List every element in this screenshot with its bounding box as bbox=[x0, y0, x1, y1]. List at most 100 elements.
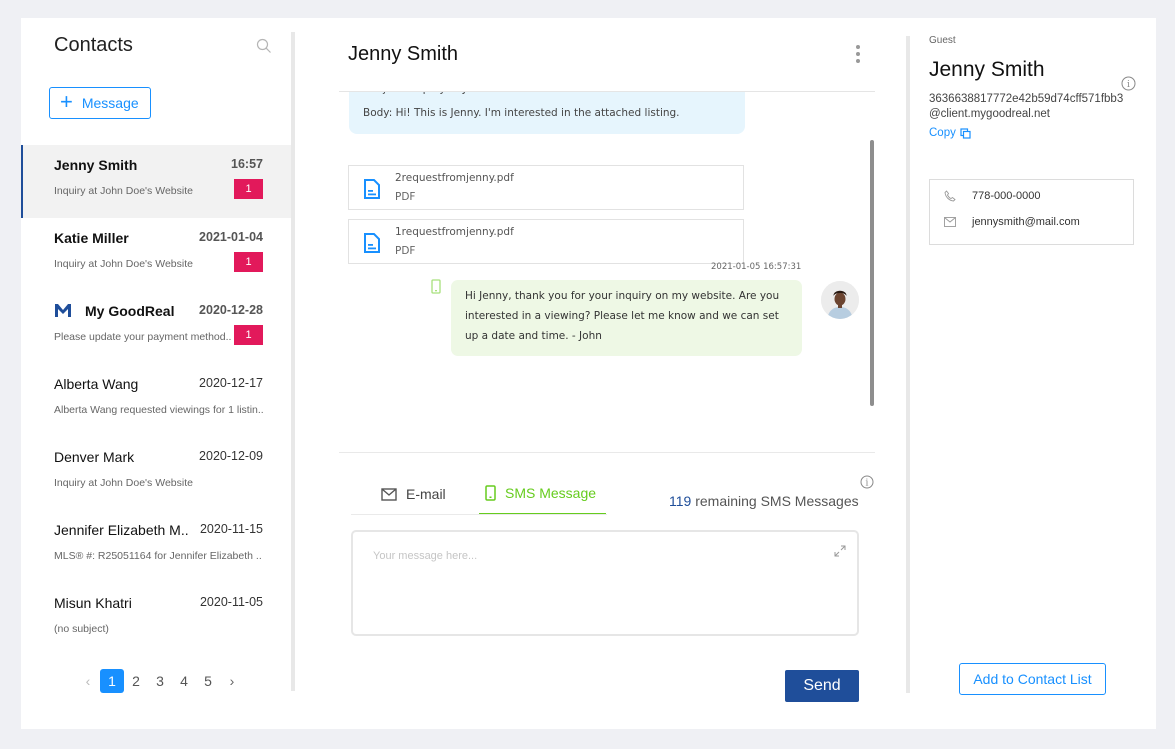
guest-details: Guest Jenny Smith i 3636638817772e42b59d… bbox=[929, 18, 1156, 729]
contact-date: 16:57 bbox=[231, 157, 263, 171]
contact-item-my-goodreal[interactable]: My GoodReal 2020-12-28 Please update you… bbox=[21, 291, 291, 364]
contact-item-misun-khatri[interactable]: Misun Khatri 2020-11-05 (no subject) bbox=[21, 583, 291, 656]
email-row: jennysmith@mail.com bbox=[944, 216, 1080, 228]
contact-subject: Inquiry at John Doe's Website bbox=[54, 185, 193, 197]
conversation-panel: Jenny Smith Subject: Inquiry at John Doe… bbox=[339, 18, 875, 729]
goodreal-logo-icon bbox=[55, 304, 71, 317]
file-icon bbox=[364, 179, 380, 199]
contact-name: Misun Khatri bbox=[54, 595, 132, 611]
contact-date: 2021-01-04 bbox=[199, 230, 263, 244]
message-compose bbox=[351, 530, 859, 636]
send-button[interactable]: Send bbox=[785, 670, 859, 702]
contact-item-denver-mark[interactable]: Denver Mark 2020-12-09 Inquiry at John D… bbox=[21, 437, 291, 510]
attachment-item[interactable]: 2requestfromjenny.pdf PDF bbox=[348, 165, 744, 210]
guest-label: Guest bbox=[929, 35, 956, 46]
page-3[interactable]: 3 bbox=[148, 669, 172, 693]
sidebar-divider bbox=[291, 32, 295, 691]
contacts-title: Contacts bbox=[54, 34, 133, 56]
unread-badge: 1 bbox=[234, 325, 263, 345]
search-icon[interactable] bbox=[256, 38, 272, 54]
tabs-underline bbox=[351, 514, 607, 515]
contact-date: 2020-11-05 bbox=[199, 595, 263, 609]
attachment-name: 1requestfromjenny.pdf bbox=[395, 226, 514, 238]
new-message-label: Message bbox=[81, 95, 139, 111]
page-5[interactable]: 5 bbox=[196, 669, 220, 693]
remaining-sms: 119 remaining SMS Messages bbox=[669, 493, 859, 509]
contact-subject: (no subject) bbox=[54, 623, 109, 635]
add-to-contact-list-button[interactable]: Add to Contact List bbox=[959, 663, 1106, 695]
tab-email[interactable]: E-mail bbox=[381, 473, 446, 515]
attachment-name: 2requestfromjenny.pdf bbox=[395, 172, 514, 184]
thread-divider bbox=[339, 452, 875, 453]
details-divider bbox=[906, 36, 910, 693]
contact-subject: Please update your payment method.. bbox=[54, 331, 232, 343]
contact-name: Katie Miller bbox=[54, 230, 129, 246]
guest-name: Jenny Smith bbox=[929, 58, 1045, 81]
contact-item-jenny-smith[interactable]: Jenny Smith 16:57 Inquiry at John Doe's … bbox=[21, 145, 291, 218]
next-page-icon[interactable]: › bbox=[220, 669, 244, 693]
contact-item-jennifer-elizabeth[interactable]: Jennifer Elizabeth M.. 2020-11-15 MLS® #… bbox=[21, 510, 291, 583]
contact-date: 2020-12-09 bbox=[199, 449, 263, 463]
phone-row: 778-000-0000 bbox=[944, 190, 1041, 202]
phone-icon bbox=[944, 190, 956, 202]
contact-date: 2020-12-28 bbox=[199, 303, 263, 317]
attachment-type: PDF bbox=[395, 191, 416, 203]
pagination: ‹ 1 2 3 4 5 › bbox=[76, 669, 244, 693]
page-1[interactable]: 1 bbox=[100, 669, 124, 693]
contact-subject: Inquiry at John Doe's Website bbox=[54, 477, 193, 489]
contact-item-katie-miller[interactable]: Katie Miller 2021-01-04 Inquiry at John … bbox=[21, 218, 291, 291]
copy-icon bbox=[960, 127, 971, 139]
tab-email-label: E-mail bbox=[406, 486, 446, 502]
contacts-sidebar: Contacts + Message Jenny Smith 16:57 Inq… bbox=[21, 18, 291, 729]
tab-sms-label: SMS Message bbox=[505, 485, 597, 501]
contact-name: Jennifer Elizabeth M.. bbox=[54, 522, 189, 538]
contact-name: Denver Mark bbox=[54, 449, 135, 465]
incoming-message: Subject: Inquiry at John Doe's Website B… bbox=[349, 92, 745, 134]
contact-subject: MLS® #: R25051164 for Jennifer Elizabeth… bbox=[54, 550, 262, 562]
incoming-body: Body: Hi! This is Jenny. I'm interested … bbox=[363, 107, 680, 119]
message-thread: Subject: Inquiry at John Doe's Website B… bbox=[339, 92, 875, 452]
conversation-title: Jenny Smith bbox=[348, 43, 459, 65]
page-4[interactable]: 4 bbox=[172, 669, 196, 693]
guest-id-email: 3636638817772e42b59d74cff571fbb3@client.… bbox=[929, 93, 1124, 120]
thread-scrollbar[interactable] bbox=[870, 140, 874, 406]
prev-page-icon[interactable]: ‹ bbox=[76, 669, 100, 693]
remaining-sms-label: remaining SMS Messages bbox=[691, 493, 859, 509]
attachment-item[interactable]: 1requestfromjenny.pdf PDF bbox=[348, 219, 744, 264]
contact-list: Jenny Smith 16:57 Inquiry at John Doe's … bbox=[21, 145, 291, 656]
contact-info-box: 778-000-0000 jennysmith@mail.com bbox=[929, 179, 1134, 245]
more-options-icon[interactable] bbox=[855, 45, 861, 65]
incoming-subject: Subject: Inquiry at John Doe's Website bbox=[363, 92, 564, 95]
contact-name: My GoodReal bbox=[85, 303, 175, 319]
outgoing-message: Hi Jenny, thank you for your inquiry on … bbox=[451, 280, 802, 356]
page-2[interactable]: 2 bbox=[124, 669, 148, 693]
agent-avatar bbox=[821, 281, 859, 319]
file-icon bbox=[364, 233, 380, 253]
info-icon[interactable]: i bbox=[1121, 76, 1136, 91]
contact-item-alberta-wang[interactable]: Alberta Wang 2020-12-17 Alberta Wang req… bbox=[21, 364, 291, 437]
guest-phone: 778-000-0000 bbox=[972, 190, 1041, 202]
tab-sms[interactable]: SMS Message bbox=[479, 473, 606, 515]
svg-text:i: i bbox=[1127, 80, 1130, 90]
contact-date: 2020-11-15 bbox=[199, 522, 263, 536]
svg-text:i: i bbox=[866, 479, 869, 489]
messaging-panel: Contacts + Message Jenny Smith 16:57 Inq… bbox=[21, 18, 1156, 729]
attachment-type: PDF bbox=[395, 245, 416, 257]
contact-subject: Inquiry at John Doe's Website bbox=[54, 258, 193, 270]
mail-icon bbox=[381, 487, 397, 501]
mail-icon bbox=[944, 217, 956, 227]
plus-icon: + bbox=[60, 89, 73, 114]
contact-date: 2020-12-17 bbox=[199, 376, 263, 390]
new-message-button[interactable]: + Message bbox=[49, 87, 151, 119]
message-timestamp: 2021-01-05 16:57:31 bbox=[711, 262, 802, 272]
guest-email: jennysmith@mail.com bbox=[972, 216, 1080, 228]
expand-icon[interactable] bbox=[833, 544, 847, 558]
info-icon[interactable]: i bbox=[860, 475, 874, 489]
copy-button[interactable]: Copy bbox=[929, 127, 971, 139]
message-input[interactable] bbox=[353, 532, 857, 634]
sms-phone-icon bbox=[431, 279, 441, 294]
copy-label: Copy bbox=[929, 127, 956, 139]
contact-name: Jenny Smith bbox=[54, 157, 138, 173]
contact-name: Alberta Wang bbox=[54, 376, 139, 392]
unread-badge: 1 bbox=[234, 252, 263, 272]
